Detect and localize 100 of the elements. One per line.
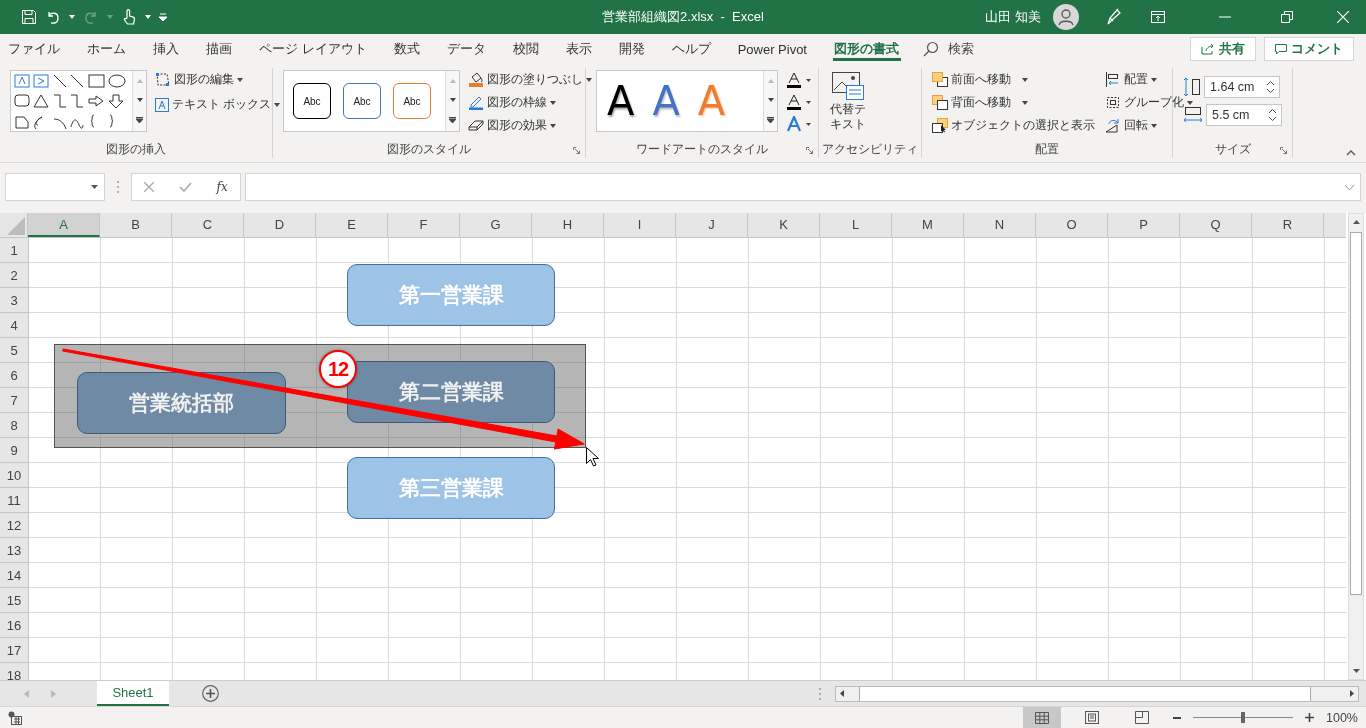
restore-icon[interactable]: [1281, 11, 1293, 23]
arrange-button[interactable]: オブジェクトの選択と表示: [932, 116, 1095, 135]
arrange-button[interactable]: グループ化: [1105, 93, 1193, 112]
row-header[interactable]: 12: [0, 513, 28, 538]
horizontal-scrollbar[interactable]: [835, 685, 1359, 702]
scroll-down-icon[interactable]: [767, 98, 774, 102]
row-header[interactable]: 5: [0, 338, 28, 363]
column-header[interactable]: C: [172, 213, 244, 237]
row-header[interactable]: 7: [0, 388, 28, 413]
row-header[interactable]: 10: [0, 463, 28, 488]
scroll-up-icon[interactable]: [1352, 220, 1360, 224]
share-button[interactable]: 共有: [1190, 37, 1256, 61]
undo-icon[interactable]: [45, 9, 61, 25]
shape-format-button[interactable]: 図形の枠線: [468, 93, 592, 112]
ribbon-tab[interactable]: 描画: [192, 34, 246, 64]
ribbon-tab[interactable]: 図形の書式: [820, 34, 913, 64]
sheet-tab[interactable]: Sheet1: [97, 681, 169, 706]
pen-icon[interactable]: [1105, 8, 1123, 26]
column-header[interactable]: Q: [1180, 213, 1252, 237]
height-field[interactable]: 1.64 cm: [1204, 76, 1280, 98]
row-header[interactable]: 14: [0, 563, 28, 588]
row-header[interactable]: 11: [0, 488, 28, 513]
collapse-ribbon-icon[interactable]: [1346, 150, 1356, 156]
arrange-button[interactable]: 回転: [1105, 116, 1193, 135]
ribbon-tab[interactable]: ページ レイアウト: [245, 34, 381, 64]
scroll-down-icon[interactable]: [136, 98, 143, 102]
column-header[interactable]: G: [460, 213, 532, 237]
shape-style-preset[interactable]: Abc: [293, 83, 331, 119]
touch-hand-icon[interactable]: [121, 8, 137, 26]
scroll-right-icon[interactable]: [1350, 690, 1354, 697]
expand-icon[interactable]: [1345, 184, 1354, 190]
arrange-button[interactable]: 前面へ移動: [932, 70, 1095, 89]
arrange-button[interactable]: 背面へ移動: [932, 93, 1095, 112]
alt-text-button[interactable]: 代替テキスト: [825, 70, 870, 141]
shape-style-preset[interactable]: Abc: [393, 83, 431, 119]
caret-icon[interactable]: [69, 15, 75, 19]
column-header[interactable]: N: [964, 213, 1036, 237]
column-header[interactable]: F: [388, 213, 460, 237]
column-header[interactable]: I: [604, 213, 676, 237]
ribbon-display-icon[interactable]: [1151, 11, 1165, 23]
arrange-button[interactable]: 配置: [1105, 70, 1193, 89]
column-header[interactable]: H: [532, 213, 604, 237]
column-header[interactable]: P: [1108, 213, 1180, 237]
row-header[interactable]: 2: [0, 263, 28, 288]
wordart-style-preset[interactable]: A: [652, 81, 680, 121]
shape-palette-drawing[interactable]: [14, 73, 128, 131]
column-header[interactable]: O: [1036, 213, 1108, 237]
search-label[interactable]: 検索: [947, 40, 974, 58]
ribbon-tab[interactable]: 数式: [380, 34, 434, 64]
scroll-down-icon[interactable]: [449, 98, 456, 102]
ribbon-tab[interactable]: ホーム: [73, 34, 140, 64]
ribbon-tab[interactable]: ヘルプ: [658, 34, 725, 64]
column-header[interactable]: B: [100, 213, 172, 237]
formula-input[interactable]: [245, 173, 1361, 201]
shape-style-preset[interactable]: Abc: [343, 83, 381, 119]
text-fill-icon[interactable]: [786, 72, 812, 88]
save-icon[interactable]: [21, 9, 37, 25]
ribbon-tab[interactable]: 校閲: [499, 34, 553, 64]
caret-icon[interactable]: [91, 185, 98, 189]
dialog-launcher-icon[interactable]: [573, 147, 580, 154]
wordart-gallery[interactable]: A A A: [596, 70, 778, 132]
ribbon-tab[interactable]: ファイル: [0, 34, 74, 64]
column-header[interactable]: A: [28, 213, 100, 237]
row-header[interactable]: 6: [0, 363, 28, 388]
zoom-in-icon[interactable]: [1305, 713, 1314, 722]
row-header[interactable]: 4: [0, 313, 28, 338]
view-button[interactable]: [1023, 707, 1061, 728]
text-outline-icon[interactable]: [786, 94, 812, 110]
more-icon[interactable]: [449, 117, 456, 124]
edit-shape-button[interactable]: 図形の編集: [155, 70, 281, 89]
customize-menu-icon[interactable]: [159, 13, 167, 21]
row-header[interactable]: 13: [0, 538, 28, 563]
avatar-icon[interactable]: [1053, 4, 1079, 30]
column-header[interactable]: R: [1252, 213, 1324, 237]
row-header[interactable]: 15: [0, 588, 28, 613]
macro-record-icon[interactable]: [8, 710, 22, 725]
shape-gallery[interactable]: [10, 70, 147, 132]
row-header[interactable]: 1: [0, 238, 28, 263]
comment-button[interactable]: コメント: [1264, 37, 1354, 61]
ribbon-tab[interactable]: 挿入: [139, 34, 193, 64]
ribbon-tab[interactable]: 表示: [552, 34, 606, 64]
ribbon-tab[interactable]: 開発: [605, 34, 659, 64]
text-box-button[interactable]: テキスト ボックス: [155, 95, 281, 114]
style-gallery[interactable]: Abc Abc Abc: [283, 70, 460, 132]
zoom-level[interactable]: 100%: [1326, 710, 1358, 725]
scroll-left-icon[interactable]: [840, 690, 844, 697]
width-field[interactable]: 5.5 cm: [1206, 104, 1282, 126]
column-header[interactable]: K: [748, 213, 820, 237]
shape-format-button[interactable]: 図形の効果: [468, 116, 592, 135]
close-icon[interactable]: [1337, 11, 1349, 23]
zoom-slider-thumb[interactable]: [1241, 712, 1245, 723]
row-header[interactable]: 16: [0, 613, 28, 638]
vertical-scrollbar[interactable]: [1348, 213, 1364, 680]
more-icon[interactable]: [767, 117, 774, 124]
shape-format-button[interactable]: 図形の塗りつぶし: [468, 70, 592, 89]
column-header[interactable]: L: [820, 213, 892, 237]
ribbon-tab[interactable]: データ: [433, 34, 500, 64]
more-icon[interactable]: [136, 117, 143, 124]
row-header[interactable]: 9: [0, 438, 28, 463]
dialog-launcher-icon[interactable]: [1280, 147, 1287, 154]
